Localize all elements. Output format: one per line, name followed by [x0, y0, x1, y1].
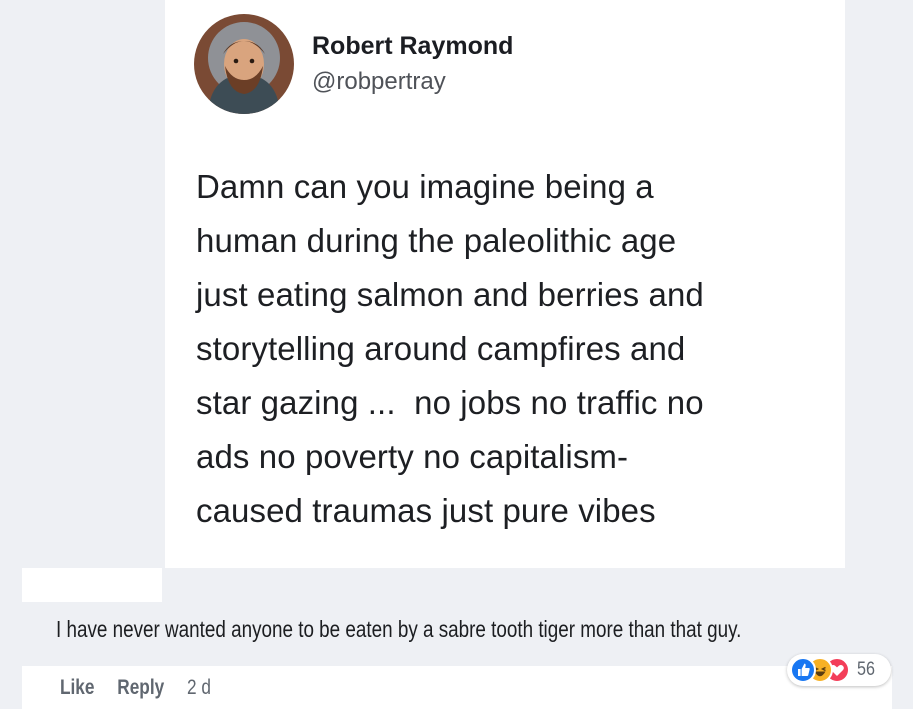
comment-timestamp[interactable]: 2 d [187, 676, 211, 699]
like-button[interactable]: Like [60, 676, 94, 699]
like-icon [790, 657, 816, 683]
reactions-summary[interactable]: 56 [787, 654, 891, 686]
reply-button[interactable]: Reply [117, 676, 164, 699]
comment-actions: Like Reply 2 d [60, 676, 229, 700]
author-handle[interactable]: @robpertray [312, 68, 446, 96]
comment-image-edge [22, 568, 162, 602]
reaction-count: 56 [857, 659, 875, 680]
tweet-text: Damn can you imagine being a human durin… [196, 160, 836, 538]
tweet-text-line: star gazing ... no jobs no traffic no [196, 384, 704, 421]
author-name[interactable]: Robert Raymond [312, 32, 513, 61]
tweet-text-line: storytelling around campfires and [196, 330, 686, 367]
tweet-text-line: just eating salmon and berries and [196, 276, 704, 313]
comment-text: I have never wanted anyone to be eaten b… [56, 616, 742, 642]
tweet-text-line: Damn can you imagine being a [196, 168, 654, 205]
tweet-text-line: caused traumas just pure vibes [196, 492, 656, 529]
tweet-text-line: ads no poverty no capitalism- [196, 438, 629, 475]
author-avatar[interactable] [194, 14, 294, 114]
tweet-text-line: human during the paleolithic age [196, 222, 677, 259]
